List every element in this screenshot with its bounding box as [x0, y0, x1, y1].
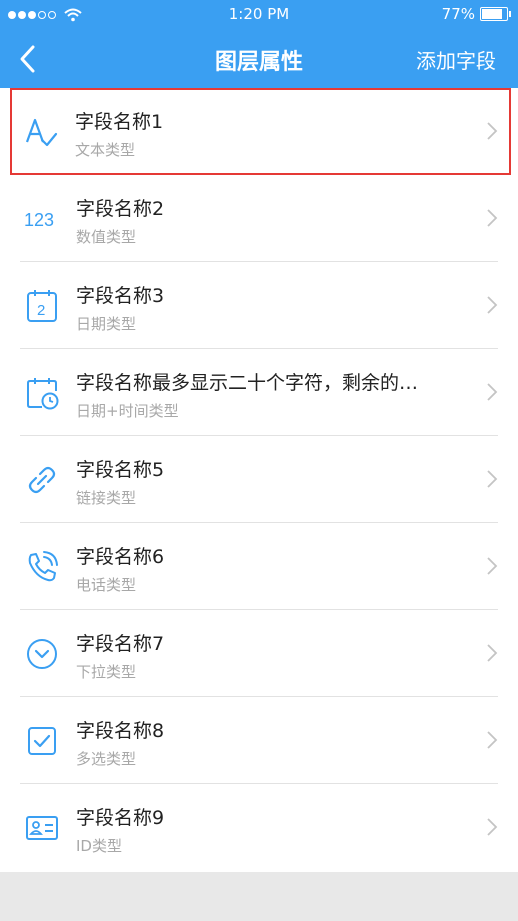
- calendar-clock-icon: [27, 378, 59, 410]
- field-name: 字段名称1: [75, 111, 164, 133]
- chevron-right-icon: [487, 383, 498, 401]
- field-type: ID类型: [76, 837, 122, 855]
- field-list: 字段名称1 文本类型 123 字段名称2 数值类型 2 字段名称3 日期类型 字…: [0, 88, 518, 871]
- link-icon: [28, 466, 56, 494]
- phone-icon: [28, 551, 58, 582]
- field-type: 日期+时间类型: [76, 402, 179, 420]
- field-name: 字段名称8: [76, 720, 165, 742]
- battery-percent: 77%: [441, 5, 475, 23]
- nav-bar: 图层属性 添加字段: [0, 30, 518, 88]
- field-type: 电话类型: [76, 576, 137, 594]
- calendar-icon: 2: [27, 290, 57, 322]
- svg-text:123: 123: [24, 210, 54, 230]
- field-type: 链接类型: [76, 489, 137, 507]
- dropdown-icon: [27, 639, 57, 669]
- chevron-right-icon: [487, 644, 498, 662]
- checkbox-icon: [28, 727, 56, 755]
- field-type: 文本类型: [75, 141, 136, 159]
- chevron-right-icon: [487, 731, 498, 749]
- text-type-icon: [25, 118, 58, 147]
- field-row-6[interactable]: 字段名称6 电话类型: [0, 523, 518, 610]
- field-type: 多选类型: [76, 750, 137, 768]
- bottom-bar: [0, 872, 518, 921]
- field-type: 数值类型: [76, 228, 137, 246]
- chevron-right-icon: [487, 209, 498, 227]
- field-row-1[interactable]: 字段名称1 文本类型: [10, 88, 511, 175]
- field-name: 字段名称6: [76, 546, 165, 568]
- chevron-right-icon: [487, 557, 498, 575]
- field-row-3[interactable]: 2 字段名称3 日期类型: [0, 262, 518, 349]
- battery-icon: [480, 7, 511, 21]
- number-type-icon: 123: [24, 210, 54, 230]
- field-row-8[interactable]: 字段名称8 多选类型: [0, 697, 518, 784]
- id-card-icon: [26, 816, 58, 840]
- field-name: 字段名称最多显示二十个字符，剩余的…: [76, 372, 419, 394]
- field-row-7[interactable]: 字段名称7 下拉类型: [0, 610, 518, 697]
- field-name: 字段名称2: [76, 198, 165, 220]
- field-row-5[interactable]: 字段名称5 链接类型: [0, 436, 518, 523]
- field-name: 字段名称7: [76, 633, 165, 655]
- field-type: 下拉类型: [76, 663, 137, 681]
- field-name: 字段名称9: [76, 807, 165, 829]
- field-row-9[interactable]: 字段名称9 ID类型: [0, 784, 518, 871]
- add-field-button[interactable]: 添加字段: [416, 45, 496, 74]
- chevron-right-icon: [487, 122, 498, 140]
- field-name: 字段名称3: [76, 285, 165, 307]
- status-time: 1:20 PM: [228, 5, 290, 23]
- status-bar: 1:20 PM 77%: [0, 0, 518, 30]
- field-name: 字段名称5: [76, 459, 165, 481]
- chevron-right-icon: [487, 470, 498, 488]
- field-row-4[interactable]: 字段名称最多显示二十个字符，剩余的… 日期+时间类型: [0, 349, 518, 436]
- field-type: 日期类型: [76, 315, 137, 333]
- svg-text:2: 2: [37, 302, 45, 319]
- field-row-2[interactable]: 123 字段名称2 数值类型: [0, 175, 518, 262]
- chevron-right-icon: [487, 296, 498, 314]
- chevron-right-icon: [487, 818, 498, 836]
